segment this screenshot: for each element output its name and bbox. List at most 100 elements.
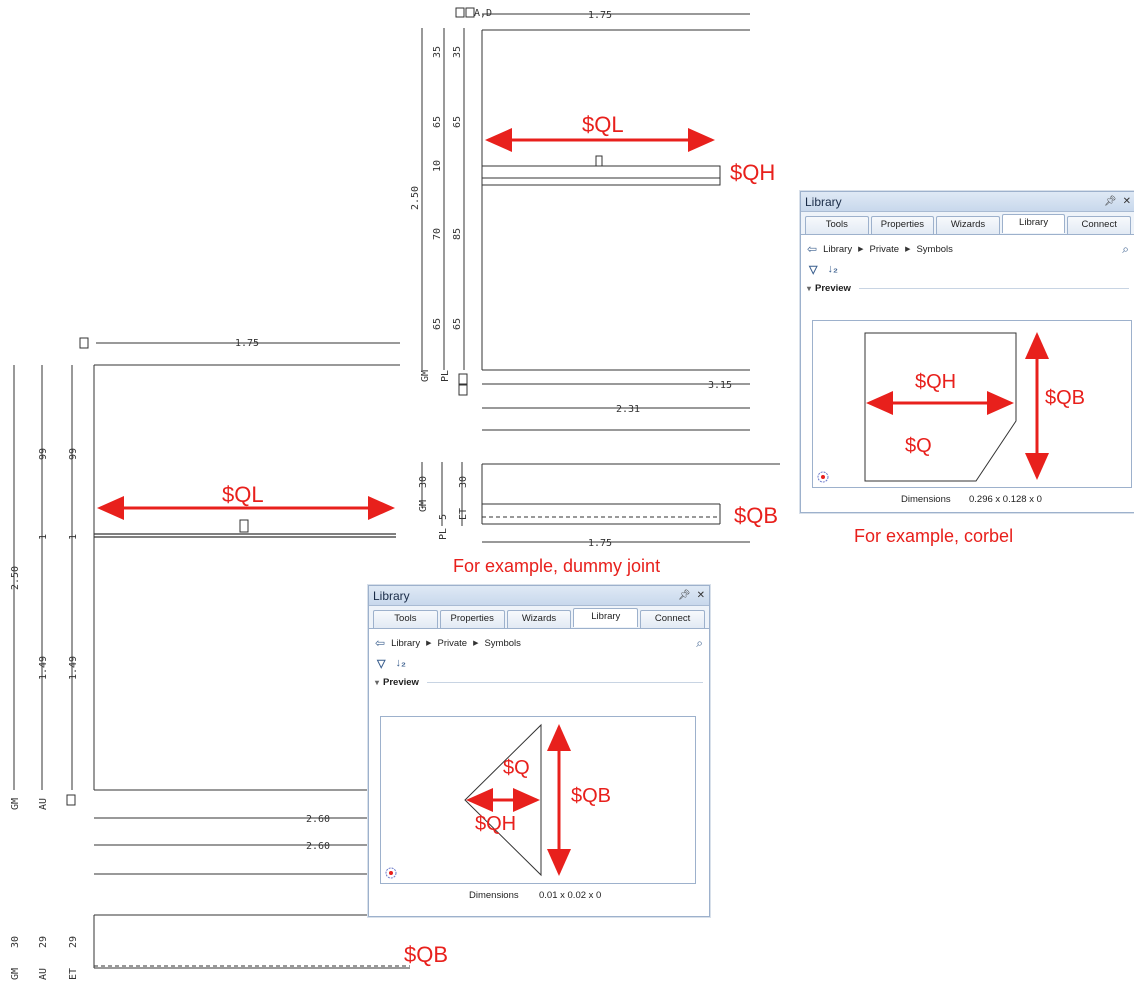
caption-corbel: For example, corbel: [854, 526, 1014, 546]
tag-c-bottom: [458, 384, 468, 396]
panel-titlebar: Library 📌︎ ✕: [801, 192, 1134, 212]
dim-r4: 65: [452, 318, 463, 330]
panel-title: Library: [805, 194, 842, 209]
dimensions-value: 0.01 x 0.02 x 0: [539, 890, 602, 901]
tab-tools[interactable]: Tools: [373, 610, 438, 628]
corbel-qb-label: $QB: [1045, 387, 1086, 409]
breadcrumb-private[interactable]: Private: [870, 244, 900, 255]
joint-qh-label: $QH: [475, 813, 517, 835]
toolbar: ▽ ↓₂: [801, 259, 1134, 279]
corbel-q-label: $Q: [905, 435, 932, 457]
sec-pl: PL: [438, 528, 449, 540]
dimensions-label: Dimensions: [469, 890, 519, 901]
sec-5: 5: [438, 514, 449, 520]
breadcrumb-symbols[interactable]: Symbols: [484, 638, 520, 649]
close-icon[interactable]: ✕: [697, 590, 705, 601]
tab-connect[interactable]: Connect: [640, 610, 705, 628]
dimensions-value: 0.296 x 0.128 x 0: [969, 494, 1042, 505]
left-c2-149: 1.49: [68, 656, 79, 680]
breadcrumb-separator-icon: ▶: [905, 246, 911, 253]
sort-icon[interactable]: ↓₂: [827, 263, 837, 275]
tab-library[interactable]: Library: [1001, 214, 1066, 233]
qh-label-top: $QH: [730, 160, 776, 185]
library-panel-joint: Library 📌︎ ✕ Tools Properties Wizards Li…: [368, 585, 710, 917]
lsec-gm: GM: [10, 968, 21, 980]
breadcrumb-separator-icon: ▶: [426, 640, 432, 647]
breadcrumb-symbols[interactable]: Symbols: [916, 244, 952, 255]
panel-title: Library: [373, 588, 410, 603]
preview-canvas: $QH $QB $Q: [812, 320, 1132, 488]
breadcrumb: ⇦ Library ▶ Private ▶ Symbols ⌕: [801, 239, 1134, 259]
caption-dummy-joint: For example, dummy joint: [453, 556, 661, 576]
tab-properties[interactable]: Properties: [870, 216, 935, 234]
tab-connect[interactable]: Connect: [1067, 216, 1131, 234]
search-icon[interactable]: ⌕: [1122, 242, 1129, 257]
preview-canvas: $Q $QH $QB: [380, 716, 696, 884]
sec-right-30: 30: [458, 476, 469, 488]
back-arrow-icon[interactable]: ⇦: [375, 636, 385, 650]
preview-header[interactable]: ▾ Preview: [369, 673, 709, 692]
dim-width-top: 1.75: [588, 10, 612, 21]
pin-icon[interactable]: 📌︎: [678, 590, 691, 601]
left-c2-99: 99: [68, 448, 79, 460]
sec-gm: GM: [418, 500, 429, 512]
back-arrow-icon[interactable]: ⇦: [807, 242, 817, 256]
joint-qb-label: $QB: [571, 785, 612, 807]
corbel-qh-label: $QH: [915, 371, 957, 393]
preview-label: Preview: [815, 283, 851, 294]
library-panel-corbel: Library 📌︎ ✕ Tools Properties Wizards Li…: [800, 191, 1134, 513]
dimensions-label: Dimensions: [901, 494, 951, 505]
ql-label-left: $QL: [222, 482, 264, 507]
search-icon[interactable]: ⌕: [696, 636, 703, 651]
dim-r2: 65: [452, 116, 463, 128]
tag-ad-label: A,D: [474, 8, 492, 19]
sort-icon[interactable]: ↓₂: [395, 657, 405, 669]
dim-t5: 65: [432, 318, 443, 330]
tab-wizards[interactable]: Wizards: [936, 216, 1000, 234]
ql-label-top: $QL: [582, 112, 624, 137]
dim-260-b: 2.60: [306, 841, 330, 852]
ref-pl-top: PL: [440, 370, 451, 382]
breadcrumb-private[interactable]: Private: [438, 638, 468, 649]
tab-library[interactable]: Library: [573, 608, 639, 627]
sec-30: 30: [418, 476, 429, 488]
preview-header[interactable]: ▾ Preview: [801, 279, 1134, 298]
lsec-30: 30: [10, 936, 21, 948]
collapse-chevron-icon[interactable]: ▾: [807, 284, 811, 293]
qb-label-top: $QB: [734, 503, 779, 528]
qb-label-left: $QB: [404, 942, 449, 967]
breadcrumb-separator-icon: ▶: [858, 246, 864, 253]
tab-tools[interactable]: Tools: [805, 216, 869, 234]
left-section: [93, 914, 410, 969]
filter-icon[interactable]: ▽: [809, 263, 817, 276]
joint-rect: [481, 165, 721, 186]
top-elevation: [421, 7, 750, 431]
lsec-29b: 29: [68, 936, 79, 948]
panel-titlebar: Library 📌︎ ✕: [369, 586, 709, 606]
tab-properties[interactable]: Properties: [439, 610, 505, 628]
tag-c-left: [79, 337, 89, 349]
pin-icon[interactable]: 📌︎: [1104, 196, 1117, 207]
left-elevation: [13, 337, 400, 875]
dim-r3: 85: [452, 228, 463, 240]
sec-et: ET: [458, 508, 469, 520]
sec-dim-bottom: 1.75: [588, 538, 612, 549]
left-c2-1: 1: [68, 534, 79, 540]
breadcrumb: ⇦ Library ▶ Private ▶ Symbols ⌕: [369, 633, 709, 653]
tag-c-small: [595, 155, 603, 167]
panel-tabs: Tools Properties Wizards Library Connect: [369, 606, 709, 629]
collapse-chevron-icon[interactable]: ▾: [375, 678, 379, 687]
filter-icon[interactable]: ▽: [377, 657, 385, 670]
top-section: [421, 462, 780, 543]
breadcrumb-library[interactable]: Library: [391, 638, 420, 649]
joint-q-label: $Q: [503, 757, 530, 779]
lsec-au: AU: [38, 968, 49, 980]
panel-tabs: Tools Properties Wizards Library Connect: [801, 212, 1134, 235]
close-icon[interactable]: ✕: [1123, 196, 1131, 207]
dim-t4: 70: [432, 228, 443, 240]
breadcrumb-library[interactable]: Library: [823, 244, 852, 255]
tag-c-joint: [239, 519, 249, 533]
preview-label: Preview: [383, 677, 419, 688]
tag-a-bottom: [458, 373, 468, 385]
tab-wizards[interactable]: Wizards: [506, 610, 572, 628]
